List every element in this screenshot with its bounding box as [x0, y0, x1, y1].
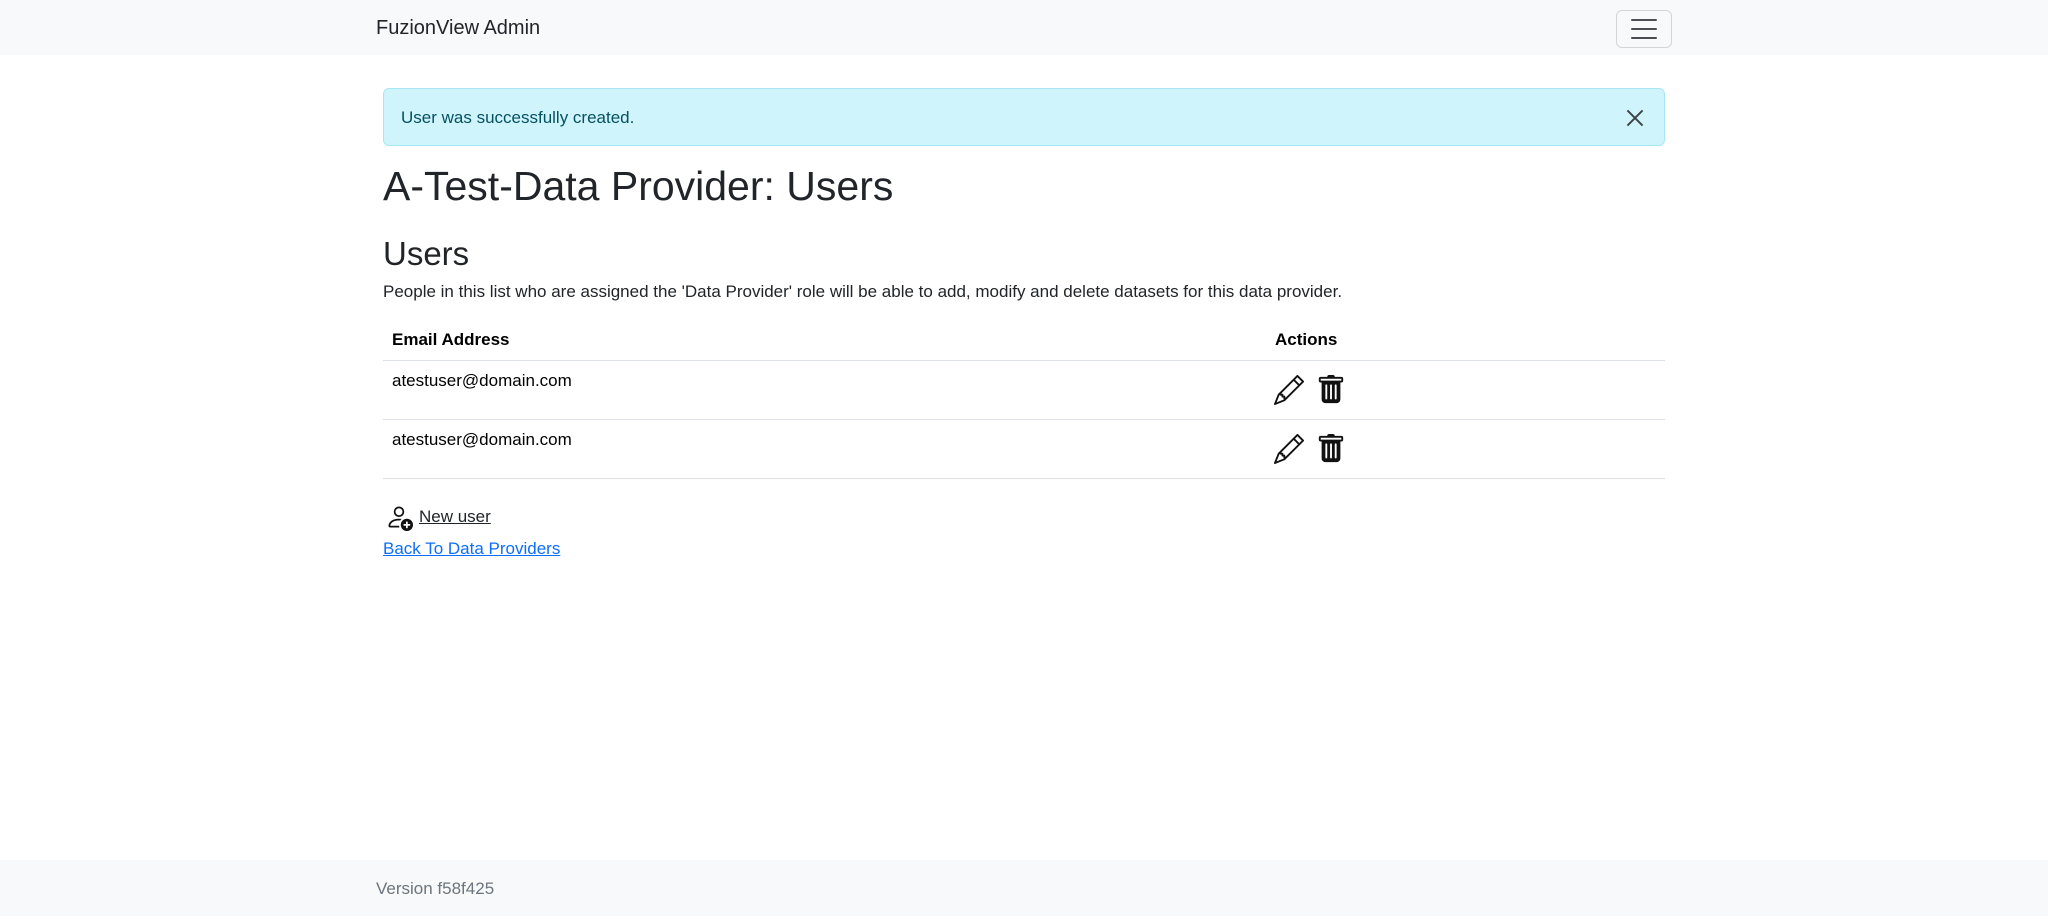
column-header-email: Email Address	[392, 330, 510, 349]
pencil-icon[interactable]	[1274, 375, 1304, 405]
column-header-actions: Actions	[1275, 330, 1338, 349]
navbar-brand[interactable]: FuzionView Admin	[376, 14, 540, 42]
trash-icon[interactable]	[1316, 434, 1346, 464]
pencil-icon[interactable]	[1274, 434, 1304, 464]
hamburger-menu-icon	[1631, 19, 1657, 21]
user-email: atestuser@domain.com	[392, 371, 572, 390]
close-icon[interactable]	[1624, 107, 1646, 129]
success-alert: User was successfully created.	[383, 88, 1665, 146]
trash-icon[interactable]	[1316, 375, 1346, 405]
row-actions	[1274, 434, 1346, 464]
table-header: Email Address Actions	[383, 320, 1665, 361]
alert-message: User was successfully created.	[401, 108, 635, 127]
navbar-toggle-button[interactable]	[1616, 10, 1672, 48]
new-user-action[interactable]: New user	[385, 503, 491, 531]
person-add-icon[interactable]	[385, 503, 413, 531]
footer: Version f58f425	[0, 860, 2048, 916]
hamburger-menu-icon-bar	[1631, 37, 1657, 39]
back-to-data-providers-link[interactable]: Back To Data Providers	[383, 538, 560, 560]
users-heading: Users	[383, 235, 470, 272]
row-actions	[1274, 375, 1346, 405]
users-description: People in this list who are assigned the…	[383, 282, 1343, 301]
hamburger-menu-icon-bar	[1631, 28, 1657, 30]
page-title: A-Test-Data Provider: Users	[383, 163, 894, 209]
table-row: atestuser@domain.com	[383, 361, 1665, 420]
version-text: Version f58f425	[376, 879, 495, 898]
user-email: atestuser@domain.com	[392, 430, 572, 449]
new-user-link[interactable]: New user	[419, 506, 491, 528]
top-navbar: FuzionView Admin	[0, 0, 2048, 55]
table-row: atestuser@domain.com	[383, 420, 1665, 479]
users-table: Email Address Actions atestuser@domain.c…	[383, 320, 1665, 479]
